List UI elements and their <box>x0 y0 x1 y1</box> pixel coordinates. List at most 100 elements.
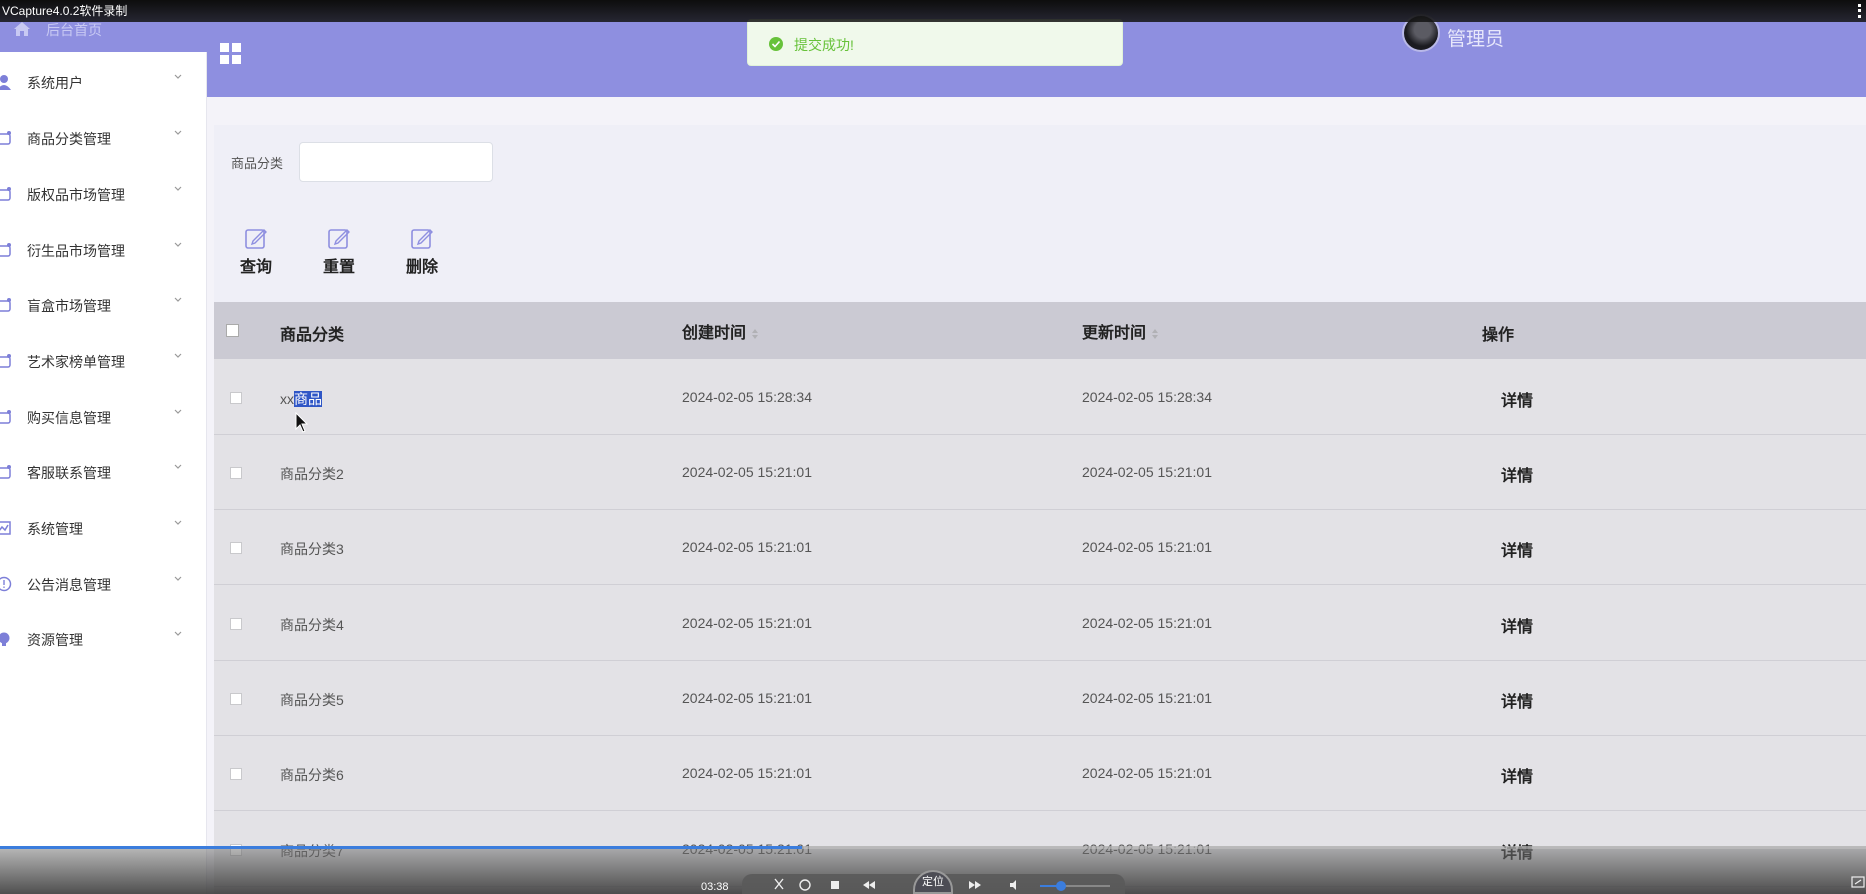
recorder-player-bar: 03:38 定位 <box>0 846 1866 894</box>
sidebar-item-category[interactable]: 商品分类管理 <box>0 118 207 158</box>
volume-slider[interactable] <box>1040 881 1110 891</box>
sidebar: 后台首页 系统用户 商品分类管理 版权品市场管理 衍生品市场管理 盲盒市场管理 … <box>0 0 207 894</box>
column-header-created[interactable]: 创建时间 <box>682 319 759 343</box>
sidebar-item-artist-ranking[interactable]: 艺术家榜单管理 <box>0 341 207 381</box>
fast-forward-icon[interactable] <box>968 878 982 892</box>
admin-name[interactable]: 管理员 <box>1447 24 1504 51</box>
bulb-icon <box>0 632 10 646</box>
row-checkbox[interactable] <box>230 693 242 705</box>
chevron-down-icon <box>174 631 182 636</box>
sidebar-item-announcements[interactable]: 公告消息管理 <box>0 564 207 604</box>
sidebar-item-derivative-market[interactable]: 衍生品市场管理 <box>0 230 207 270</box>
category-cell: 商品分类5 <box>280 692 344 708</box>
sidebar-item-label: 客服联系管理 <box>27 465 111 481</box>
sidebar-item-system-management[interactable]: 系统管理 <box>0 508 207 548</box>
detail-button[interactable]: 详情 <box>1501 387 1533 411</box>
toast-message: 提交成功! <box>794 37 854 53</box>
table-row: 商品分类2 2024-02-05 15:21:01 2024-02-05 15:… <box>214 435 1866 510</box>
created-cell: 2024-02-05 15:21:01 <box>682 539 812 555</box>
sidebar-item-label: 公告消息管理 <box>27 577 111 593</box>
reset-button[interactable]: 重置 <box>314 226 364 276</box>
sidebar-item-resources[interactable]: 资源管理 <box>0 619 207 659</box>
category-text: xx <box>280 391 294 407</box>
delete-button-label: 删除 <box>405 259 438 276</box>
progress-fill <box>0 846 803 849</box>
table-row: 商品分类4 2024-02-05 15:21:01 2024-02-05 15:… <box>214 586 1866 661</box>
stop-icon[interactable] <box>828 878 842 892</box>
chevron-down-icon <box>174 297 182 302</box>
row-checkbox[interactable] <box>230 768 242 780</box>
sort-icon[interactable] <box>752 328 759 339</box>
home-icon <box>14 22 30 36</box>
row-checkbox[interactable] <box>230 618 242 630</box>
column-header-updated-label: 更新时间 <box>1082 325 1147 342</box>
folder-icon <box>0 131 11 145</box>
detail-button[interactable]: 详情 <box>1501 613 1533 637</box>
category-search-input[interactable] <box>299 142 493 182</box>
chevron-down-icon <box>174 409 182 414</box>
delete-button[interactable]: 删除 <box>397 226 447 276</box>
sidebar-item-label: 商品分类管理 <box>27 131 111 147</box>
created-cell: 2024-02-05 15:21:01 <box>682 690 812 706</box>
detail-button[interactable]: 详情 <box>1501 763 1533 787</box>
updated-cell: 2024-02-05 15:21:01 <box>1082 690 1212 706</box>
updated-cell: 2024-02-05 15:28:34 <box>1082 389 1212 405</box>
cut-icon[interactable] <box>772 878 786 892</box>
sidebar-item-system-users[interactable]: 系统用户 <box>0 62 207 102</box>
rewind-icon[interactable] <box>862 878 876 892</box>
mouse-cursor-icon <box>295 412 309 433</box>
detail-button[interactable]: 详情 <box>1501 462 1533 486</box>
volume-knob[interactable] <box>1056 881 1066 891</box>
query-button-label: 查询 <box>239 259 272 276</box>
detail-button[interactable]: 详情 <box>1501 537 1533 561</box>
table-row: 商品分类3 2024-02-05 15:21:01 2024-02-05 15:… <box>214 510 1866 585</box>
volume-icon[interactable] <box>1008 878 1022 892</box>
chevron-down-icon <box>174 464 182 469</box>
grid-menu-icon[interactable] <box>220 43 242 65</box>
category-cell: xx商品 <box>280 389 322 409</box>
sort-icon[interactable] <box>1152 328 1159 339</box>
category-cell: 商品分类3 <box>280 541 344 557</box>
row-checkbox[interactable] <box>230 467 242 479</box>
progress-track[interactable] <box>0 846 1866 849</box>
detail-button[interactable]: 详情 <box>1501 688 1533 712</box>
recorder-menu-icon[interactable] <box>1858 4 1864 18</box>
reset-button-label: 重置 <box>322 259 355 276</box>
created-cell: 2024-02-05 15:21:01 <box>682 464 812 480</box>
expand-icon[interactable] <box>1851 876 1865 888</box>
sidebar-item-label: 版权品市场管理 <box>27 187 125 203</box>
folder-icon <box>0 465 11 479</box>
sidebar-item-blindbox-market[interactable]: 盲盒市场管理 <box>0 285 207 325</box>
select-all-checkbox[interactable] <box>226 324 239 337</box>
folder-icon <box>0 243 11 257</box>
chevron-down-icon <box>174 242 182 247</box>
column-header-updated[interactable]: 更新时间 <box>1082 319 1159 343</box>
search-panel: 商品分类 查询 重置 删除 <box>214 125 1866 302</box>
selected-text: 商品 <box>294 391 322 407</box>
category-table: 商品分类 创建时间 更新时间 操作 xx商品 2024-02-05 15:28:… <box>214 302 1866 894</box>
updated-cell: 2024-02-05 15:21:01 <box>1082 464 1212 480</box>
success-toast: 提交成功! <box>747 19 1123 66</box>
column-header-ops: 操作 <box>1482 327 1515 344</box>
column-header-category: 商品分类 <box>280 327 345 344</box>
sidebar-item-copyright-market[interactable]: 版权品市场管理 <box>0 174 207 214</box>
query-button[interactable]: 查询 <box>231 226 281 276</box>
user-icon <box>0 75 11 90</box>
folder-icon <box>0 354 11 368</box>
sidebar-item-customer-service[interactable]: 客服联系管理 <box>0 452 207 492</box>
repeat-icon[interactable] <box>798 878 812 892</box>
edit-icon <box>245 229 267 249</box>
chevron-down-icon <box>174 74 182 79</box>
sidebar-item-label: 系统用户 <box>27 75 83 91</box>
info-icon <box>0 576 12 592</box>
sidebar-item-label: 艺术家榜单管理 <box>27 354 125 370</box>
chart-icon <box>0 521 11 535</box>
sidebar-item-label: 系统管理 <box>27 521 83 537</box>
category-cell: 商品分类2 <box>280 466 344 482</box>
created-cell: 2024-02-05 15:28:34 <box>682 389 812 405</box>
row-checkbox[interactable] <box>230 542 242 554</box>
sidebar-item-purchase-info[interactable]: 购买信息管理 <box>0 397 207 437</box>
folder-icon <box>0 187 11 201</box>
sidebar-item-label: 购买信息管理 <box>27 410 111 426</box>
row-checkbox[interactable] <box>230 392 242 404</box>
